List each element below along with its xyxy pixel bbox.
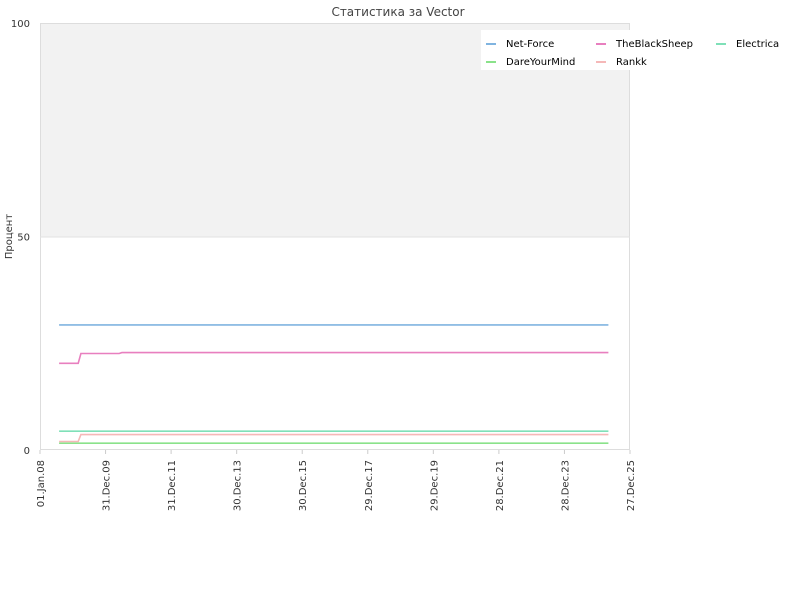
legend-label: Rankk <box>616 57 647 68</box>
x-tick-label: 30.Dec.15 <box>298 460 309 511</box>
y-tick-label: 100 <box>11 19 30 30</box>
x-tick-label: 31.Dec.11 <box>167 460 178 511</box>
legend-label: Electrica <box>736 39 779 50</box>
x-tick-label: 28.Dec.23 <box>560 460 571 511</box>
series-line-theblacksheep <box>59 351 609 365</box>
y-tick-label: 0 <box>24 446 30 457</box>
y-tick-label: 50 <box>17 233 30 244</box>
x-tick-label: 27.Dec.25 <box>626 460 637 511</box>
line-chart: Статистика за Vector Процент 0 50 100 01.J… <box>4 5 781 511</box>
series-line-rankk <box>59 433 609 443</box>
chart-title: Статистика за Vector <box>331 5 464 19</box>
legend-label: DareYourMind <box>506 57 575 68</box>
x-tick-label: 28.Dec.21 <box>495 460 506 511</box>
legend-label: Net-Force <box>506 39 554 50</box>
legend: Net-Force TheBlackSheep Electrica DareYourM… <box>481 30 781 70</box>
x-tick-label: 31.Dec.09 <box>102 460 113 511</box>
series-lines <box>59 324 609 445</box>
x-tick-label: 01.Jan.08 <box>36 460 47 507</box>
legend-label: TheBlackSheep <box>615 39 693 50</box>
x-tick-label: 30.Dec.13 <box>233 460 244 511</box>
x-tick-label: 29.Dec.17 <box>364 460 375 511</box>
x-axis-ticks: 01.Jan.08 31.Dec.09 31.Dec.11 30.Dec.13 30.D… <box>36 450 637 511</box>
x-tick-label: 29.Dec.19 <box>429 460 440 511</box>
y-axis-label: Процент <box>4 214 15 259</box>
